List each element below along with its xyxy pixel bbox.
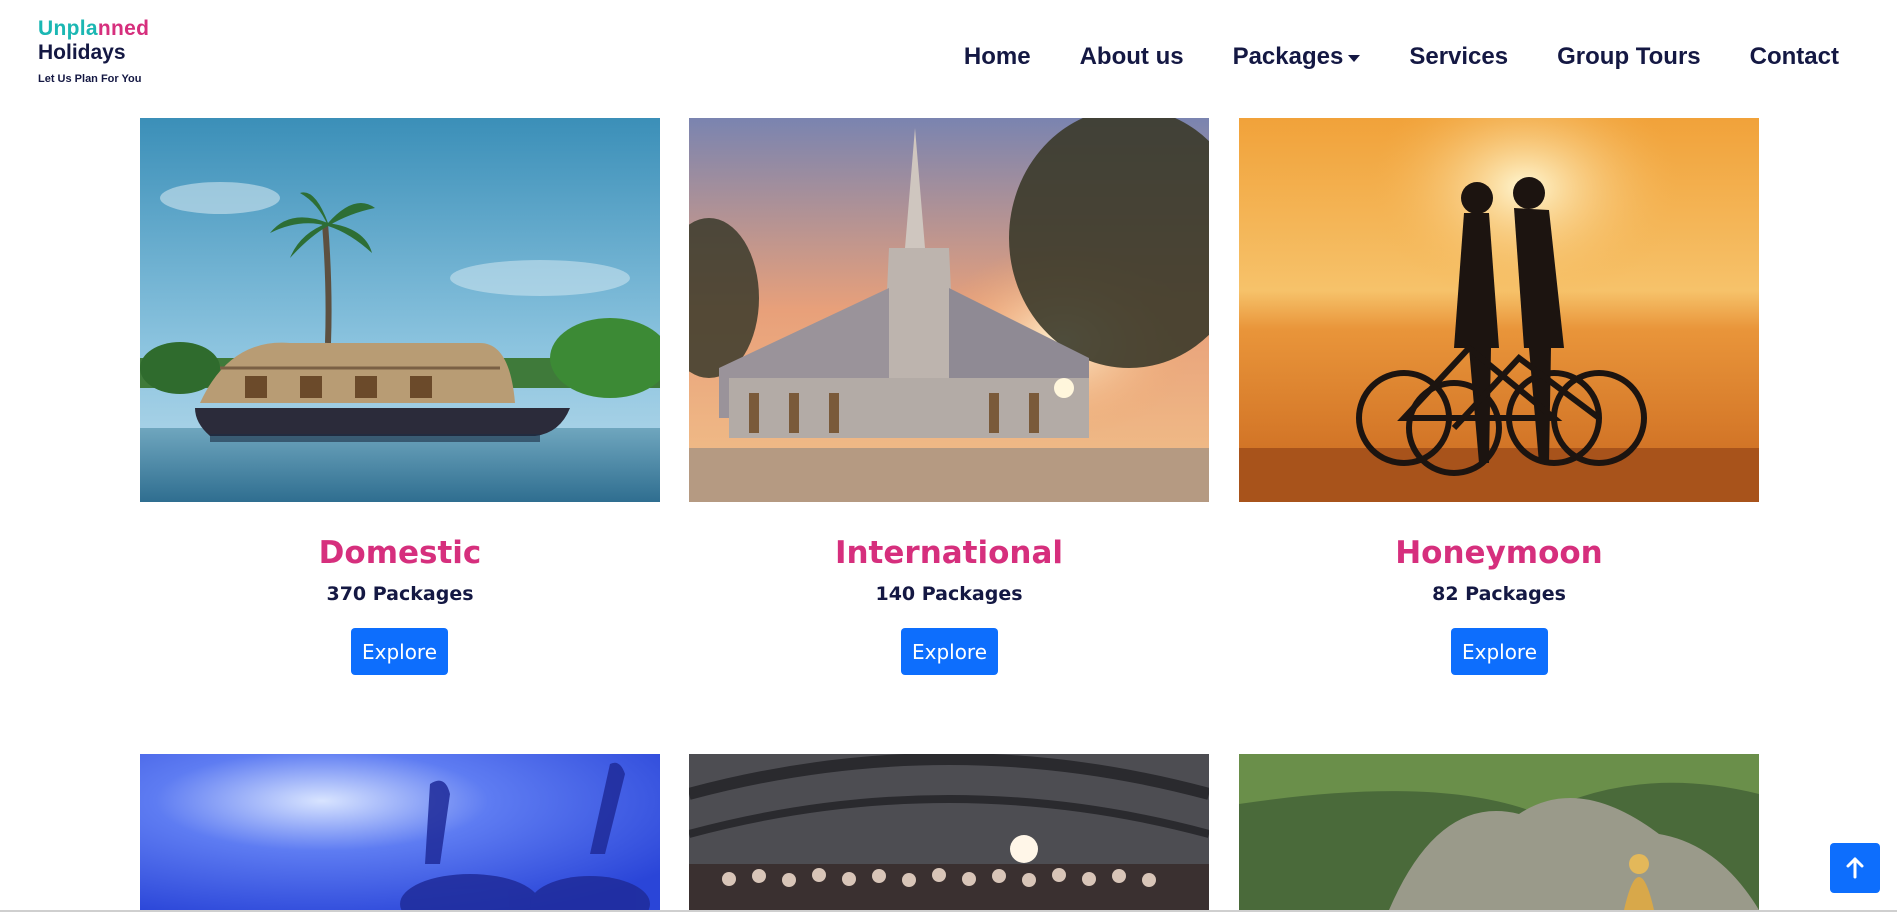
logo-part-3: nned [97, 17, 150, 40]
temple-sunset-photo [689, 118, 1209, 502]
cliff-statue-photo [1239, 754, 1759, 910]
explore-button-international[interactable]: Explore [901, 628, 998, 675]
caret-down-icon [1348, 55, 1361, 62]
logo-part-1: Unpl [38, 17, 86, 40]
nav-about-us[interactable]: About us [1080, 43, 1184, 71]
card-title-international: International [834, 535, 1064, 571]
houseboat-palm-photo [140, 118, 660, 502]
concert-crowd-photo [140, 754, 660, 910]
logo-part-2: a [85, 17, 98, 40]
group-event-photo [689, 754, 1209, 910]
card-title-domestic: Domestic [318, 535, 482, 571]
scroll-to-top-button[interactable] [1830, 843, 1880, 893]
card-count-international: 140 Packages [875, 583, 1023, 605]
logo-line2: Holidays [38, 41, 126, 64]
nav-group-tours[interactable]: Group Tours [1557, 43, 1701, 71]
logo-tagline: Let Us Plan For You [38, 73, 142, 85]
site-header: Unplanned Holidays Let Us Plan For You H… [0, 0, 1897, 112]
card-count-honeymoon: 82 Packages [1432, 583, 1566, 605]
nav-home[interactable]: Home [964, 43, 1031, 71]
nav-services[interactable]: Services [1409, 43, 1508, 71]
card-count-domestic: 370 Packages [326, 583, 474, 605]
couple-bicycles-sunset-photo [1239, 118, 1759, 502]
logo[interactable]: Unplanned Holidays Let Us Plan For You [38, 17, 149, 85]
card-title-honeymoon: Honeymoon [1395, 535, 1603, 571]
logo-line1: Unplanned [38, 17, 149, 41]
nav-contact[interactable]: Contact [1750, 43, 1839, 71]
nav-packages[interactable]: Packages [1233, 43, 1361, 71]
nav-packages-label: Packages [1232, 43, 1344, 70]
explore-button-honeymoon[interactable]: Explore [1451, 628, 1548, 675]
arrow-up-icon [1846, 857, 1864, 879]
explore-button-domestic[interactable]: Explore [351, 628, 448, 675]
main-nav: Home About us Packages Services Group To… [964, 43, 1839, 71]
